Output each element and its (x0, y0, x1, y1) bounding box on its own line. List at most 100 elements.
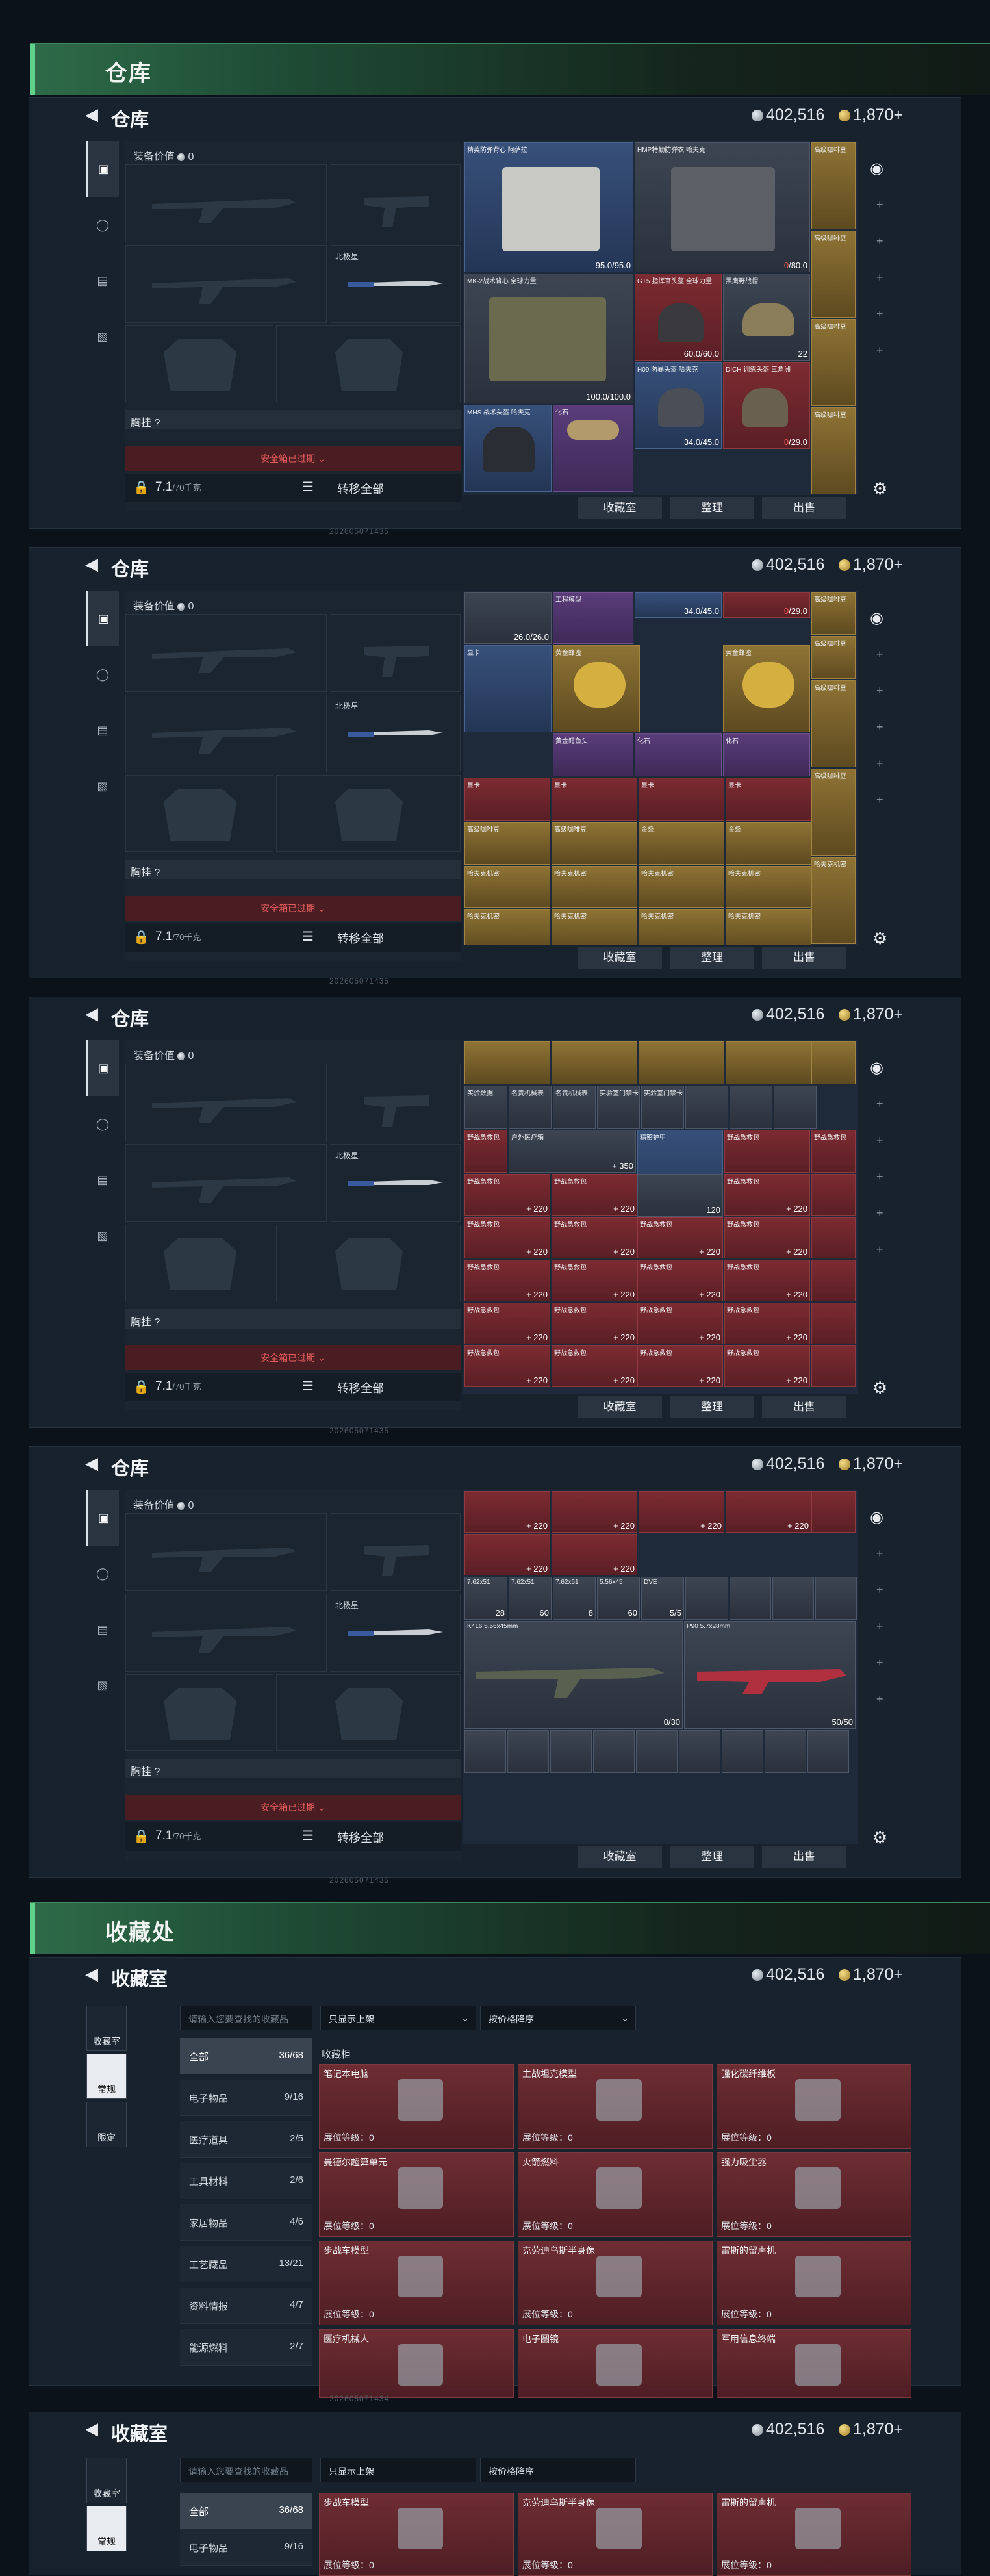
secondary-weapon-slot[interactable] (125, 695, 327, 772)
tab-regular[interactable]: 常规 (86, 2506, 127, 2551)
inventory-item[interactable]: 野战急救包 (464, 1130, 507, 1173)
tab-weapons[interactable]: ▣ (86, 1040, 119, 1096)
collection-card[interactable]: 电子圆镜 (518, 2329, 713, 2398)
tab-case[interactable]: ▧ (86, 1657, 119, 1713)
inventory-item[interactable] (550, 1730, 592, 1773)
inventory-item[interactable] (815, 1577, 857, 1620)
sort-button[interactable]: 整理 (670, 947, 754, 969)
gear-icon[interactable]: ⚙ (872, 1828, 887, 1848)
tab-armor[interactable]: ◯ (86, 197, 119, 253)
warehouse-tab-icon[interactable]: ◉ (870, 159, 883, 178)
category-all[interactable]: 全部 36/68 (180, 2493, 312, 2529)
add-tab-button[interactable]: + (876, 1620, 883, 1633)
inventory-item[interactable]: 野战急救包 + 220 (724, 1174, 810, 1216)
add-tab-button[interactable]: + (876, 1583, 883, 1597)
add-tab-button[interactable]: + (876, 757, 883, 771)
primary-weapon-slot[interactable] (125, 1513, 327, 1591)
helmet-slot[interactable] (276, 775, 461, 852)
inventory-item[interactable] (552, 1041, 637, 1084)
inventory-item[interactable]: 显卡 (464, 778, 550, 821)
inventory-item[interactable]: 野战急救包 + 220 (464, 1174, 550, 1216)
inventory-item[interactable]: 显卡 (726, 778, 811, 821)
inventory-item[interactable]: 哈夫克机密 (464, 909, 550, 945)
inventory-item[interactable]: 显卡 (464, 645, 552, 732)
gold-currency[interactable]: 1,870+ (839, 555, 903, 574)
inventory-item[interactable]: 野战急救包 + 220 (464, 1303, 550, 1344)
inventory-item[interactable]: 显卡 (639, 778, 724, 821)
gold-currency[interactable]: 1,870+ (839, 1965, 903, 1984)
tab-armor[interactable]: ◯ (86, 1546, 119, 1601)
inventory-item[interactable]: 高级咖啡豆 (811, 636, 856, 679)
add-tab-button[interactable]: + (876, 1547, 883, 1561)
tab-weapons[interactable]: ▣ (86, 591, 119, 646)
inventory-item[interactable]: + 220 (552, 1534, 637, 1575)
back-arrow-icon[interactable]: ◀ (85, 1453, 98, 1473)
inventory-item[interactable]: + 220 (726, 1491, 811, 1533)
collection-card[interactable]: 曼德尔超算单元 展位等级：0 (319, 2152, 514, 2237)
collection-room-button[interactable]: 收藏室 (578, 1396, 662, 1418)
inventory-item[interactable]: 名贵机械表 (553, 1086, 596, 1129)
armor-slot[interactable] (125, 1225, 273, 1301)
collection-card[interactable]: 雷斯的留声机 展位等级：0 (717, 2241, 911, 2325)
inventory-item[interactable] (679, 1730, 720, 1773)
pistol-slot[interactable] (331, 614, 461, 692)
inventory-item[interactable]: 0/29.0 (723, 592, 810, 618)
inventory-item[interactable]: + 220 (464, 1534, 550, 1575)
inventory-item[interactable]: 户外医疗箱 + 350 (509, 1130, 636, 1173)
inventory-item[interactable]: 7.62x51 8 (553, 1577, 596, 1620)
inventory-item[interactable]: 34.0/45.0 (635, 592, 722, 618)
gold-currency[interactable]: 1,870+ (839, 1455, 903, 1473)
add-tab-button[interactable]: + (876, 235, 883, 248)
armor-slot[interactable] (125, 1674, 273, 1751)
inventory-item[interactable]: 高级咖啡豆 (811, 142, 856, 229)
tab-backpack[interactable]: ▤ (86, 253, 119, 309)
inventory-item[interactable] (811, 1174, 856, 1216)
inventory-item[interactable]: 哈夫克机密 (639, 909, 724, 945)
inventory-item[interactable]: 金条 (639, 822, 724, 865)
chest-rig-label[interactable]: 胸挂 ? (125, 860, 461, 879)
category-item[interactable]: 家居物品 4/6 (180, 2204, 312, 2241)
inventory-item[interactable] (811, 1260, 856, 1301)
inventory-item[interactable]: 野战急救包 + 220 (724, 1303, 810, 1344)
search-input[interactable]: 请输入您要查找的收藏品 (180, 2458, 312, 2482)
sort-dropdown[interactable]: 按价格降序 ⌄ (480, 2006, 636, 2030)
inventory-item[interactable] (636, 1730, 678, 1773)
inventory-item[interactable] (811, 1217, 856, 1258)
sort-dropdown[interactable]: 按价格降序 (480, 2458, 636, 2482)
tab-armor[interactable]: ◯ (86, 646, 119, 702)
sort-button[interactable]: 整理 (670, 497, 754, 519)
add-tab-button[interactable]: + (876, 1656, 883, 1670)
armor-slot[interactable] (125, 775, 273, 852)
collection-card[interactable]: 克劳迪乌斯半身像 展位等级：0 (518, 2493, 713, 2576)
melee-slot[interactable]: 北极星 (331, 1594, 461, 1672)
pistol-slot[interactable] (331, 1513, 461, 1591)
helmet-slot[interactable] (276, 1674, 461, 1751)
category-item[interactable]: 工艺藏品 13/21 (180, 2246, 312, 2282)
gold-currency[interactable]: 1,870+ (839, 106, 903, 125)
transfer-all-button[interactable]: 转移全部 (337, 1829, 384, 1846)
gear-icon[interactable]: ⚙ (872, 479, 887, 499)
sort-button[interactable]: 整理 (670, 1396, 754, 1418)
warehouse-tab-icon[interactable]: ◉ (870, 1508, 883, 1527)
inventory-item[interactable]: 哈夫克机密 (726, 866, 811, 908)
warehouse-tab-icon[interactable]: ◉ (870, 1058, 883, 1077)
add-tab-button[interactable]: + (876, 1692, 883, 1706)
inventory-item[interactable]: 野战急救包 + 220 (637, 1217, 723, 1258)
collection-card[interactable]: 火箭燃料 展位等级：0 (518, 2152, 713, 2237)
inventory-item[interactable]: 野战急救包 + 220 (464, 1345, 550, 1387)
collection-room-button[interactable]: 收藏室 (578, 1846, 662, 1868)
inventory-item[interactable]: 名贵机械表 (509, 1086, 552, 1129)
inventory-item[interactable]: 显卡 (552, 778, 637, 821)
chest-rig-label[interactable]: 胸挂 ? (125, 410, 461, 429)
collection-card[interactable]: 主战坦克模型 展位等级：0 (518, 2064, 713, 2149)
list-icon[interactable]: ☰ (302, 928, 314, 945)
melee-slot[interactable]: 北极星 (331, 245, 461, 323)
sell-button[interactable]: 出售 (762, 1396, 846, 1418)
add-tab-button[interactable]: + (876, 684, 883, 698)
gold-currency[interactable]: 1,870+ (839, 2420, 903, 2439)
list-icon[interactable]: ☰ (302, 1378, 314, 1394)
inventory-item[interactable]: 野战急救包 + 220 (724, 1260, 810, 1301)
inventory-item[interactable]: 工程模型 (553, 592, 633, 644)
inventory-item[interactable] (765, 1730, 806, 1773)
transfer-all-button[interactable]: 转移全部 (337, 930, 384, 947)
